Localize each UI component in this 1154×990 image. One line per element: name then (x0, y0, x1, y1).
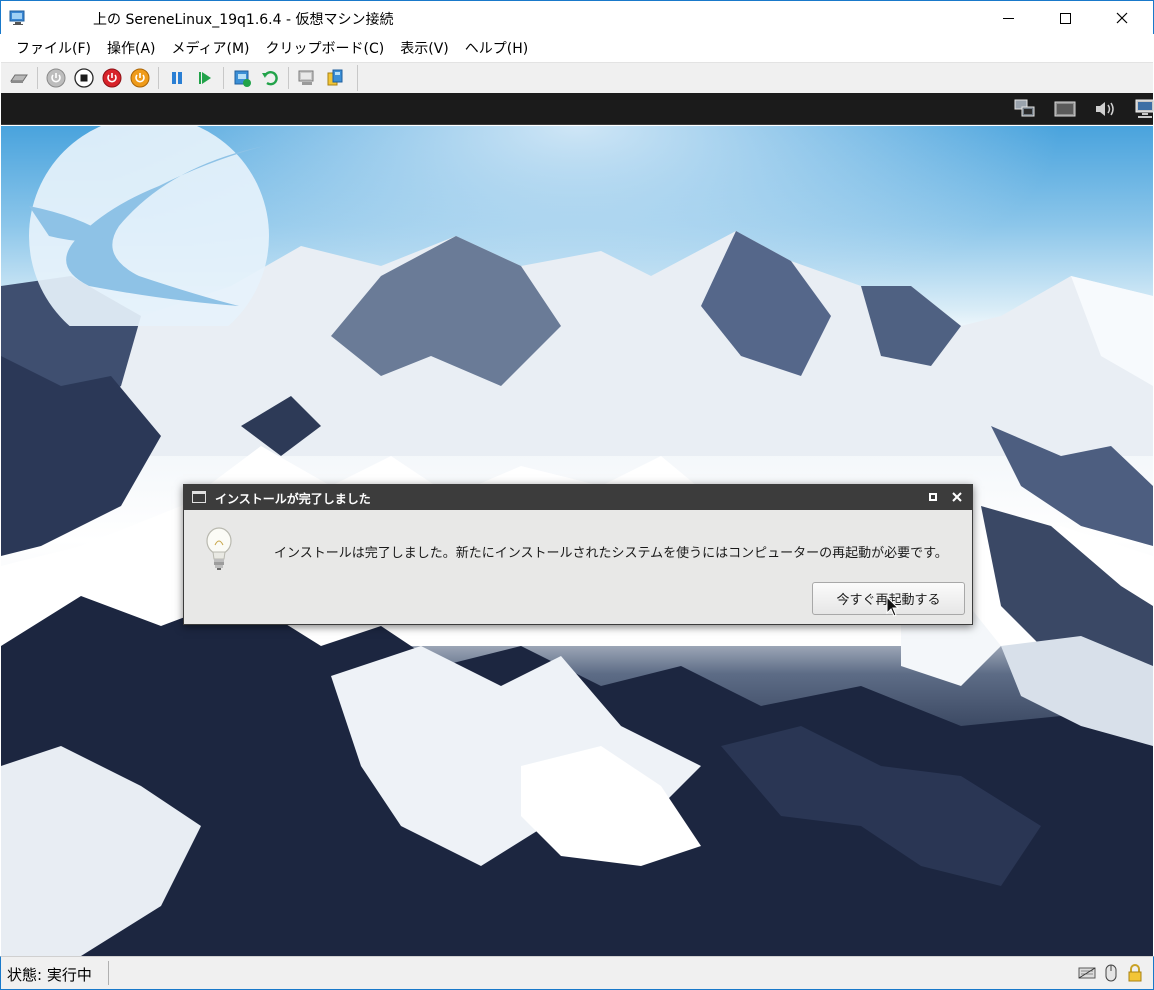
window-icon (192, 491, 206, 503)
toolbar-separator (158, 67, 159, 89)
menu-media[interactable]: メディア(M) (165, 38, 257, 58)
checkpoint-icon (234, 70, 251, 87)
resume-button[interactable] (193, 66, 217, 90)
turn-off-icon (74, 68, 94, 88)
dialog-title-bar[interactable]: インストールが完了しました (184, 485, 972, 510)
toolbar-separator (288, 67, 289, 89)
menu-file[interactable]: ファイル(F) (9, 38, 98, 58)
maximize-button[interactable] (1042, 1, 1088, 35)
maximize-icon (1059, 12, 1071, 24)
resume-icon (199, 72, 211, 84)
display-icon[interactable] (1053, 98, 1077, 120)
dialog-title: インストールが完了しました (215, 492, 371, 506)
serenelinux-logo (29, 126, 269, 326)
pause-button[interactable] (165, 66, 189, 90)
start-icon (46, 68, 66, 88)
toolbar (1, 62, 1153, 93)
enhanced-session-icon (298, 70, 314, 85)
minimize-button[interactable] (985, 1, 1031, 35)
mouse-icon (1101, 963, 1121, 983)
toolbar-separator (37, 67, 38, 89)
shutdown-button[interactable] (100, 66, 124, 90)
toolbar-separator (357, 65, 358, 91)
install-complete-dialog: インストールが完了しました インストールは完了しました。新たにインストールされた… (183, 484, 973, 625)
vm-connection-icon (9, 10, 27, 26)
ctrl-alt-del-button[interactable] (7, 66, 31, 90)
share-icon (327, 69, 343, 86)
save-icon (130, 68, 150, 88)
shutdown-icon (102, 68, 122, 88)
maximize-icon (929, 493, 937, 501)
window-title: 上の SereneLinux_19q1.6.4 - 仮想マシン接続 (93, 12, 394, 28)
close-icon (1116, 12, 1128, 24)
vm-status: 状態: 実行中 (7, 966, 92, 984)
menu-view[interactable]: 表示(V) (393, 38, 456, 58)
minimize-icon (1002, 17, 1014, 19)
status-bar: 状態: 実行中 (0, 956, 1154, 990)
checkpoint-button[interactable] (230, 66, 254, 90)
revert-icon (262, 71, 278, 86)
revert-button[interactable] (258, 66, 282, 90)
menu-bar: ファイル(F) 操作(A) メディア(M) クリップボード(C) 表示(V) ヘ… (1, 34, 1153, 62)
volume-icon[interactable] (1093, 98, 1117, 120)
close-icon (952, 492, 962, 502)
menu-clipboard[interactable]: クリップボード(C) (259, 38, 392, 58)
menu-action[interactable]: 操作(A) (100, 38, 163, 58)
title-bar[interactable]: 上の SereneLinux_19q1.6.4 - 仮想マシン接続 (0, 0, 1154, 34)
dialog-maximize-button[interactable] (925, 489, 941, 505)
start-button[interactable] (44, 66, 68, 90)
dialog-close-button[interactable] (949, 489, 965, 505)
dialog-message: インストールは完了しました。新たにインストールされたシステムを使うにはコンピュー… (274, 546, 948, 561)
pause-icon (172, 72, 182, 84)
monitor-icon[interactable] (1133, 98, 1154, 120)
lightbulb-icon (206, 527, 232, 570)
turn-off-button[interactable] (72, 66, 96, 90)
share-button[interactable] (323, 66, 347, 90)
lock-icon (1125, 963, 1145, 983)
network-icon[interactable] (1013, 98, 1037, 120)
mouse-cursor-icon (886, 596, 900, 617)
ctrl-alt-del-icon (10, 74, 28, 83)
toolbar-separator (223, 67, 224, 89)
menu-help[interactable]: ヘルプ(H) (458, 38, 535, 58)
guest-top-panel (1, 93, 1154, 125)
close-button[interactable] (1099, 1, 1145, 35)
enhanced-session-button[interactable] (295, 66, 319, 90)
save-button[interactable] (128, 66, 152, 90)
status-icons (1073, 963, 1145, 983)
guest-tray (997, 97, 1154, 121)
status-separator (108, 961, 109, 985)
keyboard-icon (1077, 963, 1097, 983)
